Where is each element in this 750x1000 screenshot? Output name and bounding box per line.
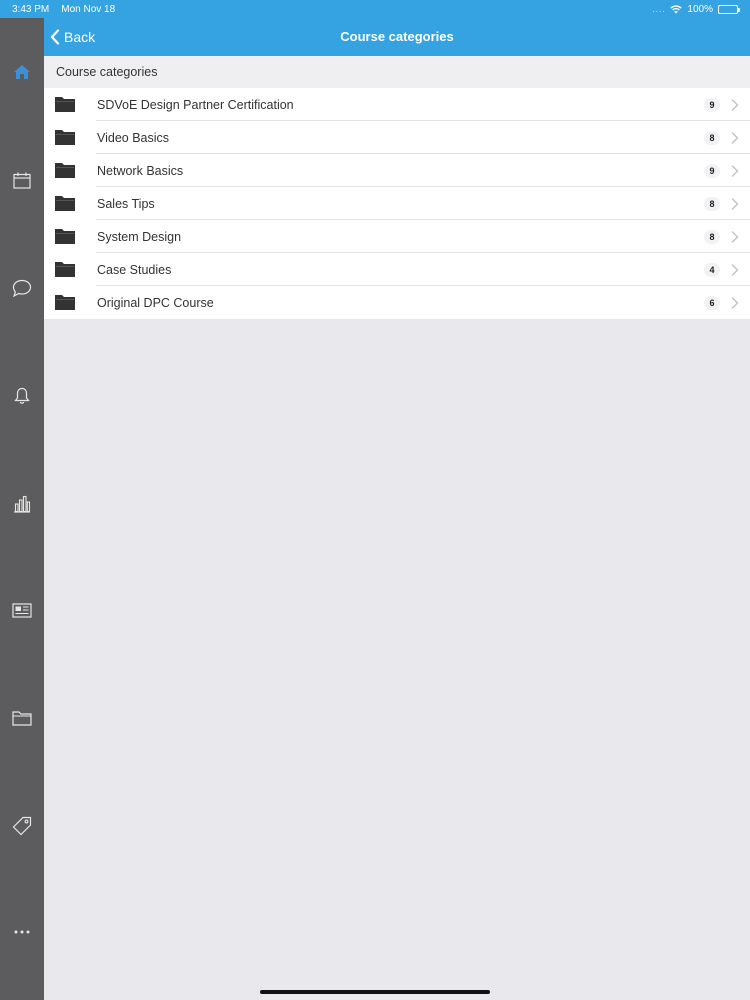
category-list: SDVoE Design Partner Certification 9 Vid… [44,88,750,319]
category-name: Case Studies [97,262,172,277]
folder-icon [55,262,75,277]
chat-icon [12,279,32,297]
bell-icon [14,387,30,404]
more-icon [14,930,30,934]
chevron-right-icon [731,231,739,243]
category-name: SDVoE Design Partner Certification [97,97,294,112]
category-name: System Design [97,229,182,244]
folder-icon [55,97,75,112]
sidebar-item-more[interactable] [0,918,44,946]
category-name: Sales Tips [97,196,155,211]
sidebar-item-notifications[interactable] [0,382,44,410]
sidebar-item-news[interactable] [0,596,44,624]
section-header: Course categories [44,56,750,88]
chevron-right-icon [731,99,739,111]
category-row[interactable]: System Design 8 [44,220,750,253]
home-icon [14,65,30,79]
chevron-right-icon [731,165,739,177]
sidebar-item-files[interactable] [0,704,44,732]
category-name: Video Basics [97,130,170,145]
folder-icon [55,229,75,244]
sidebar-item-reports[interactable] [0,490,44,518]
folder-icon [55,130,75,145]
chart-icon [14,495,31,513]
course-count-badge: 9 [704,163,720,178]
page-title: Course categories [340,29,454,44]
sidebar-item-tags[interactable] [0,812,44,840]
tag-icon [12,816,32,836]
chevron-right-icon [731,198,739,210]
chevron-right-icon [731,297,739,309]
sidebar-item-calendar[interactable] [0,166,44,194]
course-count-badge: 8 [704,130,720,145]
status-right: .... 100% [652,3,740,15]
course-count-badge: 6 [704,295,720,310]
chevron-left-icon [50,29,60,45]
multitask-dots-icon: .... [652,4,666,14]
main-content: Course categories SDVoE Design Partner C… [44,56,750,319]
status-time: 3:43 PM [12,3,50,15]
sidebar-item-messages[interactable] [0,274,44,302]
course-count-badge: 8 [704,196,720,211]
course-count-badge: 8 [704,229,720,244]
home-indicator[interactable] [260,990,490,994]
back-label: Back [64,29,96,45]
status-bar: 3:43 PM Mon Nov 18 .... 100% [0,0,750,18]
course-count-badge: 4 [704,262,720,277]
category-row[interactable]: Network Basics 9 [44,154,750,187]
category-row[interactable]: Sales Tips 8 [44,187,750,220]
category-name: Network Basics [97,163,184,178]
navigation-bar: Back Course categories [44,18,750,56]
status-date: Mon Nov 18 [61,3,116,15]
category-row[interactable]: Case Studies 4 [44,253,750,286]
calendar-icon [13,172,31,189]
chevron-right-icon [731,132,739,144]
folder-icon [12,711,32,726]
back-button[interactable]: Back [50,18,95,56]
battery-icon [718,4,740,14]
battery-percent: 100% [687,3,713,15]
category-row[interactable]: Original DPC Course 6 [44,286,750,319]
wifi-icon [670,4,683,13]
category-name: Original DPC Course [97,295,214,310]
category-row[interactable]: SDVoE Design Partner Certification 9 [44,88,750,121]
sidebar [0,18,44,1000]
folder-icon [55,163,75,178]
sidebar-item-home[interactable] [0,58,44,86]
category-row[interactable]: Video Basics 8 [44,121,750,154]
course-count-badge: 9 [704,97,720,112]
news-icon [12,602,32,618]
folder-icon [55,196,75,211]
folder-icon [55,295,75,310]
chevron-right-icon [731,264,739,276]
